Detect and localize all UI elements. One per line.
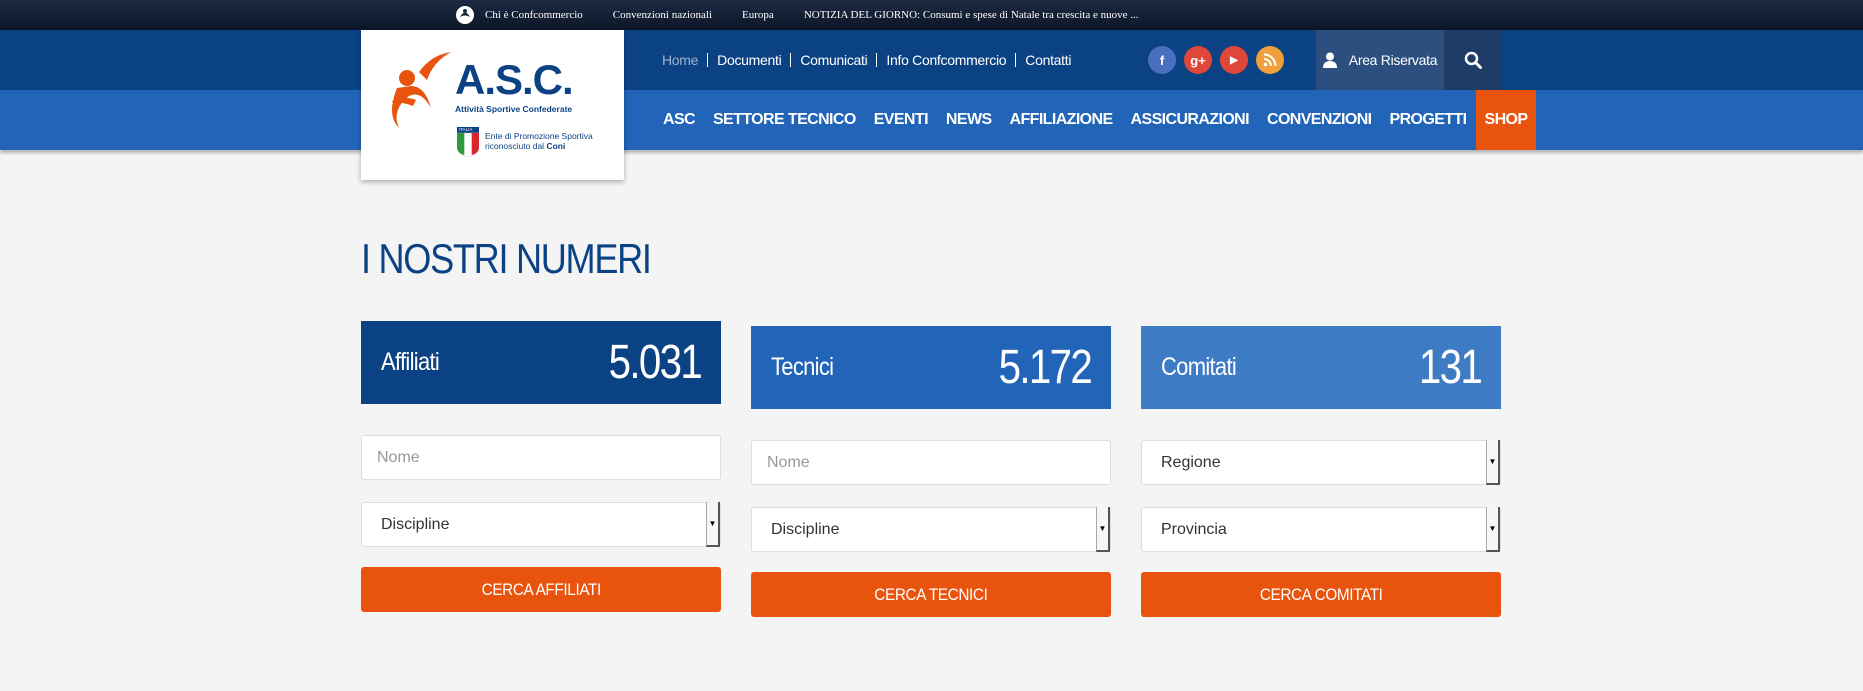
- logo-tagline: Attività Sportive Confederate: [455, 104, 573, 114]
- topbar-link-convenzioni[interactable]: Convenzioni nazionali: [613, 9, 712, 21]
- main-menu: ASC SETTORE TECNICO EVENTI NEWS AFFILIAZ…: [654, 90, 1537, 150]
- cerca-comitati-button[interactable]: CERCA COMITATI: [1141, 572, 1501, 617]
- util-link-documenti[interactable]: Documenti: [707, 53, 790, 67]
- rss-icon[interactable]: [1256, 46, 1284, 74]
- menu-item-asc[interactable]: ASC: [654, 90, 704, 150]
- topbar-news-ticker[interactable]: NOTIZIA DEL GIORNO: Consumi e spese di N…: [804, 9, 1139, 21]
- menu-item-shop[interactable]: SHOP: [1475, 90, 1537, 150]
- topbar-link-confcommercio[interactable]: Chi è Confcommercio: [455, 5, 583, 25]
- comitati-count: 131: [1418, 341, 1483, 394]
- logo-sub-line1: Ente di Promozione Sportiva: [485, 131, 593, 141]
- search-icon: [1464, 51, 1482, 69]
- menu-item-news[interactable]: NEWS: [937, 90, 1001, 150]
- tecnici-discipline-value: Discipline: [771, 520, 840, 538]
- italia-badge-text: ITALIA: [459, 127, 473, 132]
- confcommercio-seal-icon: [456, 6, 474, 24]
- menu-item-progetti[interactable]: PROGETTI: [1381, 90, 1476, 150]
- affiliati-nome-input[interactable]: Nome: [361, 435, 721, 480]
- logo-sub-line2: riconosciuto dal Coni: [485, 141, 593, 151]
- logo-brand: A.S.C.: [455, 56, 574, 103]
- affiliati-count: 5.031: [608, 336, 702, 389]
- area-riservata-label: Area Riservata: [1348, 52, 1438, 68]
- util-link-info-confcommercio[interactable]: Info Confcommercio: [876, 53, 1015, 67]
- utility-nav: Home Documenti Comunicati Info Confcomme…: [662, 30, 1080, 90]
- page-title: I NOSTRI NUMERI: [361, 235, 652, 282]
- social-links: f g+ ▶: [1148, 46, 1292, 74]
- menu-item-settore-tecnico[interactable]: SETTORE TECNICO: [704, 90, 865, 150]
- youtube-icon[interactable]: ▶: [1220, 46, 1248, 74]
- tecnici-nome-input[interactable]: Nome: [751, 440, 1111, 485]
- tecnici-label: Tecnici: [771, 353, 834, 381]
- facebook-icon[interactable]: f: [1148, 46, 1176, 74]
- affiliati-panel: Affiliati 5.031 Nome Discipline ▼ CERCA …: [361, 321, 721, 612]
- util-link-home[interactable]: Home: [662, 53, 707, 67]
- cerca-tecnici-label: CERCA TECNICI: [874, 584, 988, 604]
- search-button[interactable]: [1444, 30, 1502, 90]
- cerca-affiliati-label: CERCA AFFILIATI: [481, 579, 601, 599]
- comitati-regione-select[interactable]: Regione ▼: [1141, 440, 1501, 485]
- tecnici-stat: Tecnici 5.172: [751, 326, 1111, 409]
- cerca-tecnici-button[interactable]: CERCA TECNICI: [751, 572, 1111, 617]
- menu-item-assicurazioni[interactable]: ASSICURAZIONI: [1122, 90, 1258, 150]
- chevron-down-icon: ▼: [706, 502, 720, 547]
- affiliati-discipline-value: Discipline: [381, 515, 450, 533]
- area-riservata-button[interactable]: Area Riservata: [1316, 30, 1444, 90]
- menu-item-eventi[interactable]: EVENTI: [865, 90, 937, 150]
- comitati-label: Comitati: [1161, 353, 1237, 381]
- logo-sub-coni: Coni: [546, 141, 566, 151]
- logo-subtitle: Ente di Promozione Sportiva riconosciuto…: [485, 131, 593, 151]
- affiliati-label: Affiliati: [381, 348, 440, 376]
- google-plus-icon[interactable]: g+: [1184, 46, 1212, 74]
- tecnici-count: 5.172: [998, 341, 1092, 394]
- top-bar: Chi è Confcommercio Convenzioni nazional…: [0, 0, 1863, 30]
- affiliati-discipline-select[interactable]: Discipline ▼: [361, 502, 721, 547]
- comitati-provincia-select[interactable]: Provincia ▼: [1141, 507, 1501, 552]
- topbar-link-europa[interactable]: Europa: [742, 9, 774, 21]
- comitati-regione-value: Regione: [1161, 453, 1221, 471]
- comitati-panel: Comitati 131 Regione ▼ Provincia ▼ CERCA…: [1141, 326, 1501, 617]
- user-icon: [1322, 52, 1337, 68]
- chevron-down-icon: ▼: [1486, 440, 1500, 485]
- util-link-comunicati[interactable]: Comunicati: [790, 53, 876, 67]
- menu-item-convenzioni[interactable]: CONVENZIONI: [1258, 90, 1381, 150]
- chevron-down-icon: ▼: [1486, 507, 1500, 552]
- italia-shield-icon: ITALIA: [456, 127, 480, 158]
- comitati-stat: Comitati 131: [1141, 326, 1501, 409]
- tecnici-panel: Tecnici 5.172 Nome Discipline ▼ CERCA TE…: [751, 326, 1111, 617]
- util-link-contatti[interactable]: Contatti: [1015, 53, 1080, 67]
- logo-sub-line2-text: riconosciuto dal: [485, 141, 545, 151]
- rss-glyph-icon: [1263, 53, 1277, 67]
- menu-item-affiliazione[interactable]: AFFILIAZIONE: [1001, 90, 1122, 150]
- affiliati-stat: Affiliati 5.031: [361, 321, 721, 404]
- tecnici-discipline-select[interactable]: Discipline ▼: [751, 507, 1111, 552]
- chevron-down-icon: ▼: [1096, 507, 1110, 552]
- cerca-comitati-label: CERCA COMITATI: [1259, 584, 1383, 604]
- cerca-affiliati-button[interactable]: CERCA AFFILIATI: [361, 567, 721, 612]
- site-logo[interactable]: A.S.C. Attività Sportive Confederate ITA…: [361, 30, 624, 180]
- comitati-provincia-value: Provincia: [1161, 520, 1227, 538]
